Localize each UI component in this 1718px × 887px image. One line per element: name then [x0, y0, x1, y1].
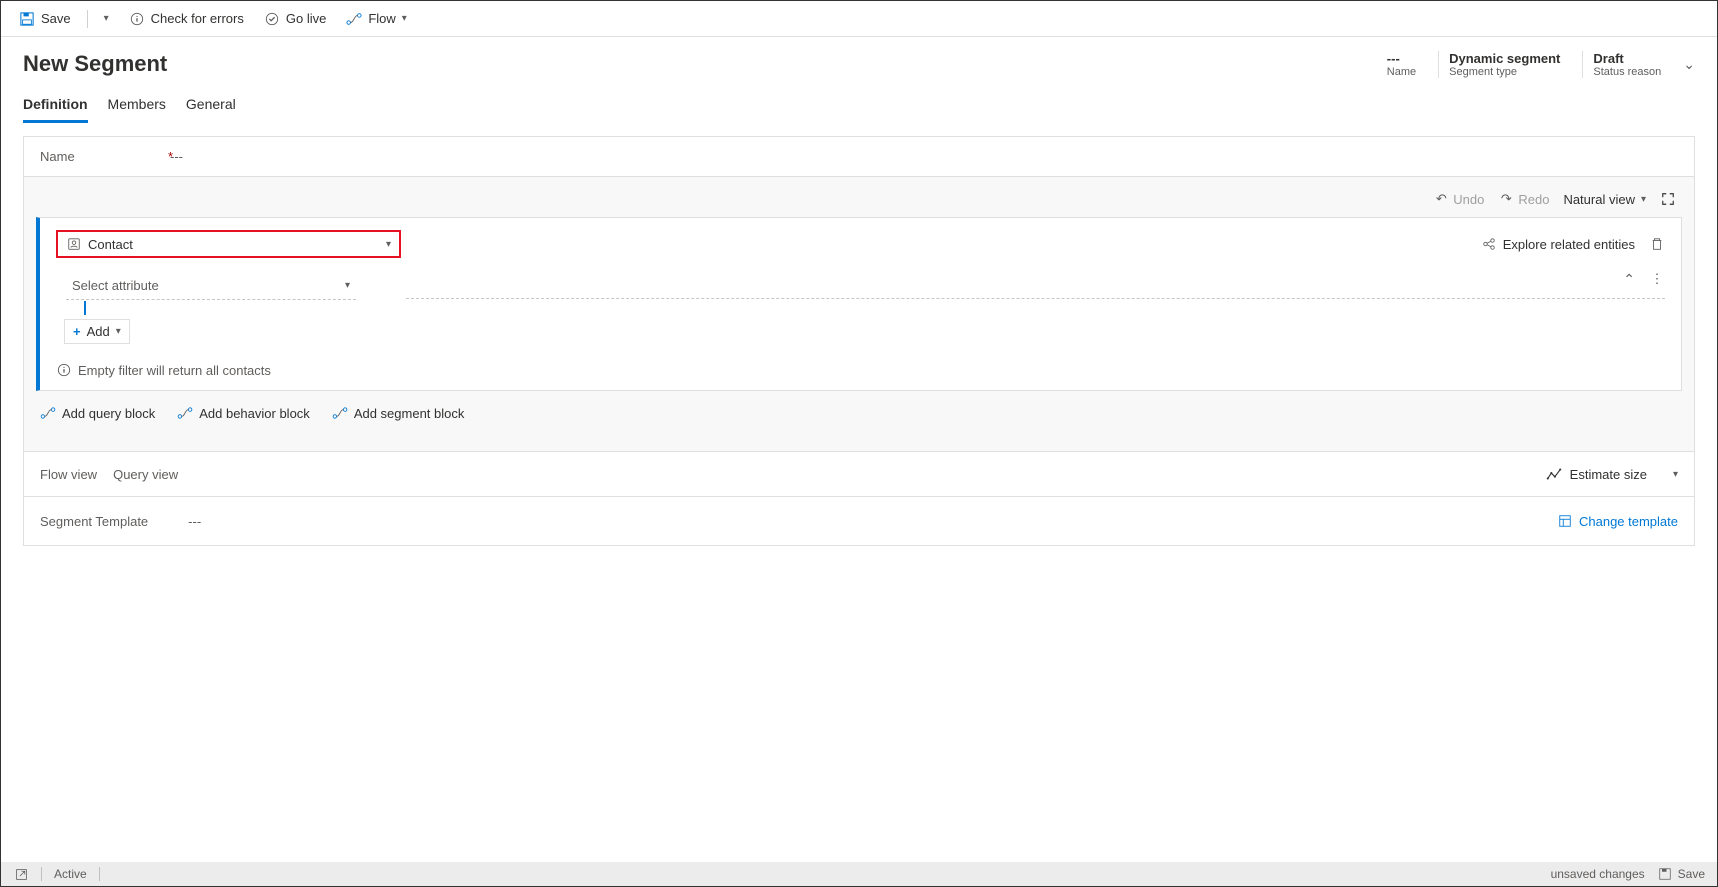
info-icon	[56, 362, 72, 378]
command-bar: Save ▾ Check for errors Go live Flow ▾	[1, 1, 1717, 37]
check-circle-icon	[264, 11, 280, 27]
flow-label: Flow	[368, 11, 395, 26]
popout-icon[interactable]	[13, 866, 29, 882]
change-template-button[interactable]: Change template	[1557, 513, 1678, 529]
share-icon	[1481, 236, 1497, 252]
query-toolbar: ↶ Undo ↷ Redo Natural view ▾	[36, 187, 1682, 217]
redo-icon: ↷	[1498, 191, 1514, 207]
delete-button[interactable]	[1649, 236, 1665, 252]
check-errors-button[interactable]: Check for errors	[121, 7, 252, 31]
expand-header-button[interactable]: ⌄	[1683, 56, 1695, 73]
tab-members[interactable]: Members	[108, 96, 166, 123]
undo-button[interactable]: ↶ Undo	[1433, 191, 1484, 207]
redo-button[interactable]: ↷ Redo	[1498, 191, 1549, 207]
undo-icon: ↶	[1433, 191, 1449, 207]
chevron-down-icon: ▾	[116, 326, 121, 337]
plus-icon: +	[73, 324, 81, 339]
template-row: Segment Template --- Change template	[24, 496, 1694, 545]
chevron-down-icon: ▾	[402, 13, 407, 24]
chevron-down-icon: ▾	[1641, 194, 1646, 205]
flow-icon	[346, 11, 362, 27]
save-icon	[1657, 866, 1673, 882]
meta-name: --- Name	[1377, 51, 1426, 78]
name-label: Name *	[40, 149, 170, 164]
template-label: Segment Template	[40, 514, 148, 529]
flow-view-button[interactable]: Flow view	[40, 467, 97, 482]
meta-status-reason: Draft Status reason	[1582, 51, 1671, 78]
required-indicator: *	[168, 149, 173, 164]
flow-icon	[177, 405, 193, 421]
status-bar: Active unsaved changes Save	[1, 862, 1717, 886]
chevron-down-icon: ▾	[1673, 469, 1678, 480]
chevron-down-icon: ▾	[345, 280, 350, 291]
query-area: ↶ Undo ↷ Redo Natural view ▾	[24, 177, 1694, 451]
tab-general[interactable]: General	[186, 96, 236, 123]
meta-segment-type: Dynamic segment Segment type	[1438, 51, 1570, 78]
estimate-icon	[1546, 466, 1562, 482]
template-icon	[1557, 513, 1573, 529]
views-row: Flow view Query view Estimate size ▾	[24, 451, 1694, 496]
chevron-down-icon: ▾	[104, 13, 109, 24]
estimate-size-button[interactable]: Estimate size ▾	[1546, 466, 1678, 482]
go-live-button[interactable]: Go live	[256, 7, 334, 31]
tab-list: Definition Members General	[1, 78, 1717, 124]
separator	[87, 10, 88, 28]
info-message: Empty filter will return all contacts	[56, 362, 1665, 378]
save-button[interactable]: Save	[11, 7, 79, 31]
add-block-row: Add query block Add behavior block Add s…	[36, 391, 1682, 435]
entity-selector[interactable]: Contact ▾	[56, 230, 401, 258]
save-icon	[19, 11, 35, 27]
tab-definition[interactable]: Definition	[23, 96, 88, 123]
flow-button[interactable]: Flow ▾	[338, 7, 414, 31]
page-header: New Segment --- Name Dynamic segment Seg…	[1, 37, 1717, 78]
template-value: ---	[188, 514, 201, 529]
query-view-button[interactable]: Query view	[113, 467, 178, 482]
add-segment-block-button[interactable]: Add segment block	[332, 405, 465, 421]
flow-icon	[40, 405, 56, 421]
more-options-button[interactable]: ⋮	[1649, 271, 1665, 287]
info-icon	[129, 11, 145, 27]
save-dropdown[interactable]: ▾	[96, 9, 117, 28]
go-live-label: Go live	[286, 11, 326, 26]
explore-related-button[interactable]: Explore related entities	[1481, 236, 1635, 252]
query-block: Contact ▾ Explore related entities	[36, 217, 1682, 391]
definition-panel: Name * --- ↶ Undo ↷ Redo Natural view ▾	[23, 136, 1695, 546]
add-condition-button[interactable]: + Add ▾	[64, 319, 130, 344]
collapse-button[interactable]: ⌃	[1623, 271, 1635, 288]
chevron-down-icon: ▾	[386, 239, 391, 250]
entity-label: Contact	[88, 237, 133, 252]
flow-icon	[332, 405, 348, 421]
add-query-block-button[interactable]: Add query block	[40, 405, 155, 421]
page-title: New Segment	[23, 51, 167, 77]
unsaved-changes-label: unsaved changes	[1551, 867, 1645, 881]
fullscreen-button[interactable]	[1660, 191, 1676, 207]
name-field-row: Name * ---	[24, 137, 1694, 177]
add-behavior-block-button[interactable]: Add behavior block	[177, 405, 310, 421]
view-selector[interactable]: Natural view ▾	[1563, 192, 1646, 207]
footer-save-button[interactable]: Save	[1657, 866, 1705, 882]
attribute-selector[interactable]: Select attribute ▾	[66, 272, 356, 300]
connector-line	[84, 301, 86, 315]
contact-icon	[66, 236, 82, 252]
record-meta: --- Name Dynamic segment Segment type Dr…	[1377, 51, 1695, 78]
divider	[406, 298, 1665, 299]
save-label: Save	[41, 11, 71, 26]
check-errors-label: Check for errors	[151, 11, 244, 26]
status-active: Active	[54, 867, 87, 881]
